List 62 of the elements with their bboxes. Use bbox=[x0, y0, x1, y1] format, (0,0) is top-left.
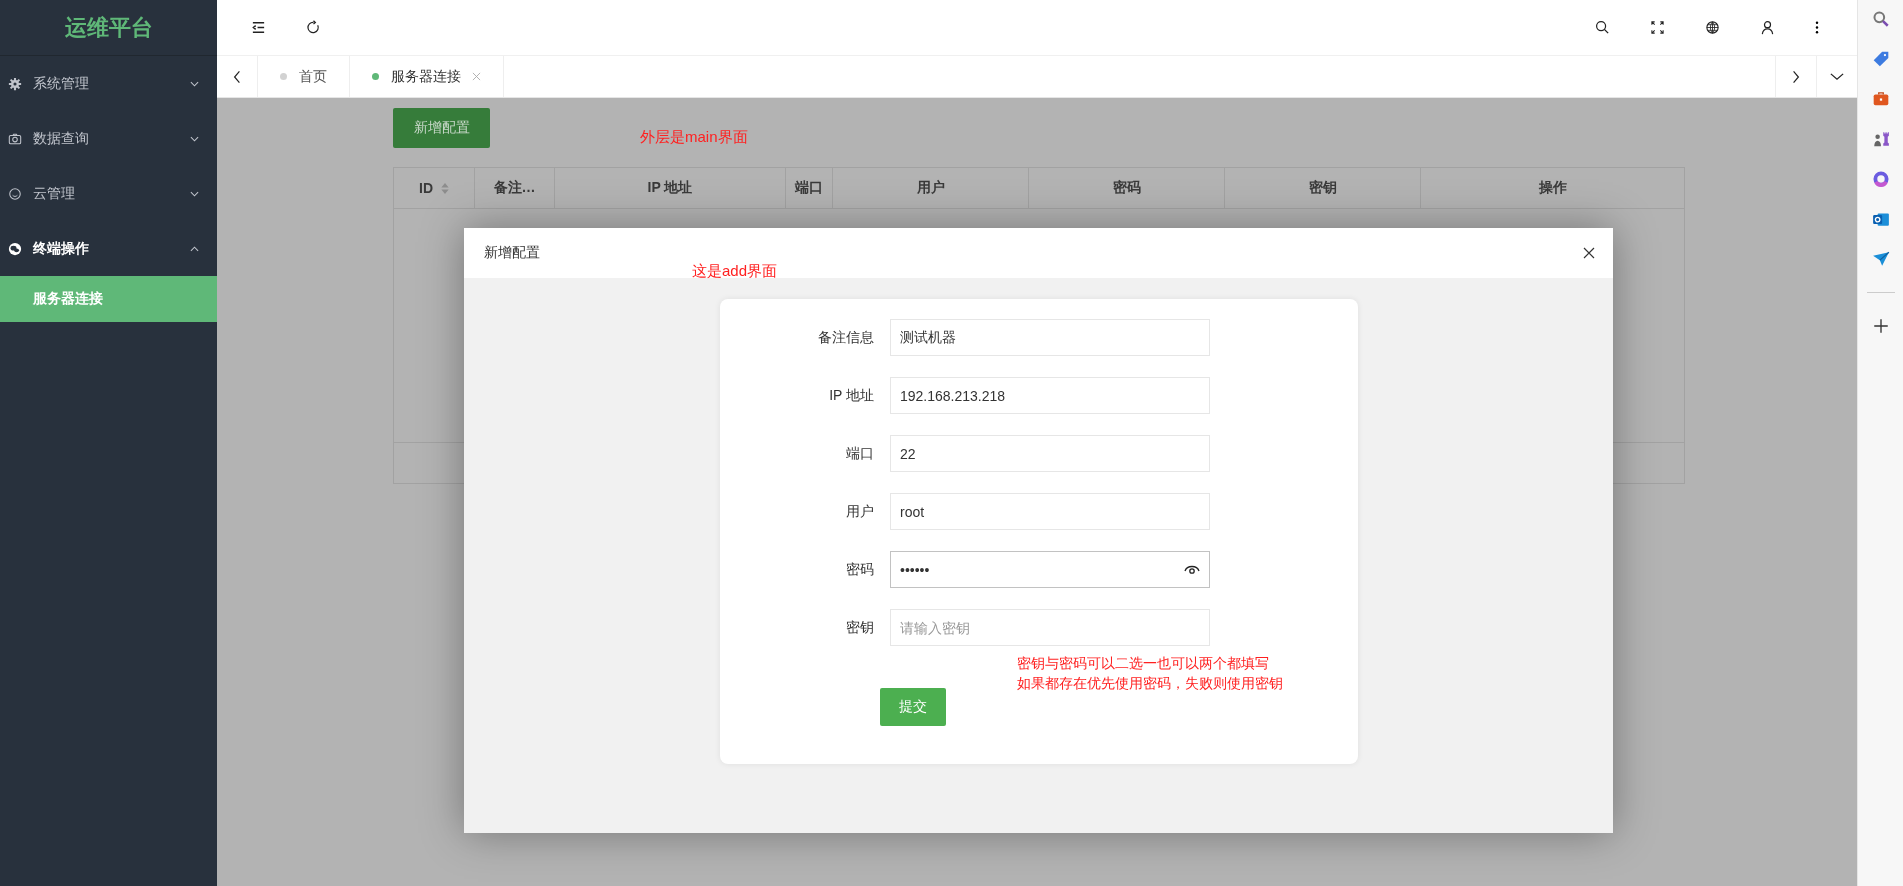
column-header[interactable]: 端口 bbox=[786, 168, 833, 208]
field-label: IP 地址 bbox=[828, 386, 874, 405]
paper-plane-icon[interactable] bbox=[1871, 250, 1890, 268]
toolbox-icon[interactable] bbox=[1871, 90, 1890, 108]
chevron-right-icon bbox=[1792, 69, 1800, 84]
column-header[interactable]: 用户 bbox=[833, 168, 1029, 208]
fullscreen-icon[interactable] bbox=[1650, 20, 1665, 35]
hint-text: 如果都存在优先使用密码，失败则使用密钥 bbox=[1017, 674, 1283, 693]
chevron-left-icon bbox=[233, 69, 241, 84]
close-icon bbox=[472, 72, 481, 81]
add-config-button[interactable]: 新增配置 bbox=[393, 108, 490, 148]
chevron-down-icon bbox=[190, 190, 199, 197]
column-header[interactable]: IP 地址 bbox=[555, 168, 786, 208]
menu-item[interactable]: 云管理 bbox=[0, 166, 217, 221]
modal-title: 新增配置 bbox=[484, 244, 540, 262]
input-field[interactable]: root bbox=[890, 493, 1210, 530]
column-header[interactable]: ID bbox=[394, 168, 475, 208]
input-field[interactable]: 测试机器 bbox=[890, 319, 1210, 356]
chevron-down-icon bbox=[1830, 72, 1844, 81]
password-field[interactable]: •••••• bbox=[890, 551, 1210, 588]
chess-pieces-icon[interactable] bbox=[1871, 130, 1890, 148]
close-icon[interactable] bbox=[1583, 247, 1595, 259]
annotation-text: 外层是main界面 bbox=[640, 128, 748, 147]
menu-item[interactable]: 终端操作 bbox=[0, 221, 217, 276]
tag-icon[interactable] bbox=[1871, 50, 1890, 68]
input-field[interactable]: 22 bbox=[890, 435, 1210, 472]
chevron-up-icon bbox=[190, 245, 199, 252]
mail-icon[interactable] bbox=[1871, 210, 1890, 228]
tab[interactable]: 服务器连接 bbox=[350, 56, 504, 97]
globe-icon[interactable] bbox=[1705, 20, 1720, 35]
sort-icon bbox=[441, 182, 449, 194]
chat-bubbles-icon bbox=[8, 241, 22, 256]
annotation-text: 这是add界面 bbox=[692, 262, 778, 281]
input-field[interactable]: 请输入密钥 bbox=[890, 609, 1210, 646]
camera-icon bbox=[8, 131, 22, 146]
field-label: 用户 bbox=[845, 502, 874, 521]
field-label: 备注信息 bbox=[817, 328, 874, 347]
menu-item[interactable]: 数据查询 bbox=[0, 111, 217, 166]
chevron-down-icon bbox=[190, 135, 199, 142]
eye-icon[interactable] bbox=[1184, 563, 1200, 575]
column-header[interactable]: 密钥 bbox=[1225, 168, 1421, 208]
column-header[interactable]: 密码 bbox=[1029, 168, 1225, 208]
hint-text: 密钥与密码可以二选一也可以两个都填写 bbox=[1017, 654, 1270, 673]
column-header[interactable]: 备注… bbox=[475, 168, 555, 208]
tab[interactable]: 首页 bbox=[258, 56, 350, 97]
ring-icon[interactable] bbox=[1871, 170, 1890, 188]
column-header[interactable]: 操作 bbox=[1421, 168, 1684, 208]
menu-fold-icon[interactable] bbox=[251, 20, 266, 35]
gear-icon bbox=[8, 76, 22, 91]
smiley-icon bbox=[8, 186, 22, 201]
refresh-icon[interactable] bbox=[306, 20, 321, 35]
field-label: 密钥 bbox=[845, 618, 874, 637]
field-label: 端口 bbox=[845, 444, 874, 463]
input-field[interactable]: 192.168.213.218 bbox=[890, 377, 1210, 414]
user-icon[interactable] bbox=[1760, 20, 1775, 35]
more-icon[interactable] bbox=[1815, 20, 1819, 35]
chevron-down-icon bbox=[190, 80, 199, 87]
logo-text: 运维平台 bbox=[64, 13, 153, 42]
field-label: 密码 bbox=[845, 560, 874, 579]
menu-item[interactable]: 系统管理 bbox=[0, 56, 217, 111]
add-icon[interactable] bbox=[1871, 317, 1890, 335]
search-icon[interactable] bbox=[1595, 20, 1610, 35]
